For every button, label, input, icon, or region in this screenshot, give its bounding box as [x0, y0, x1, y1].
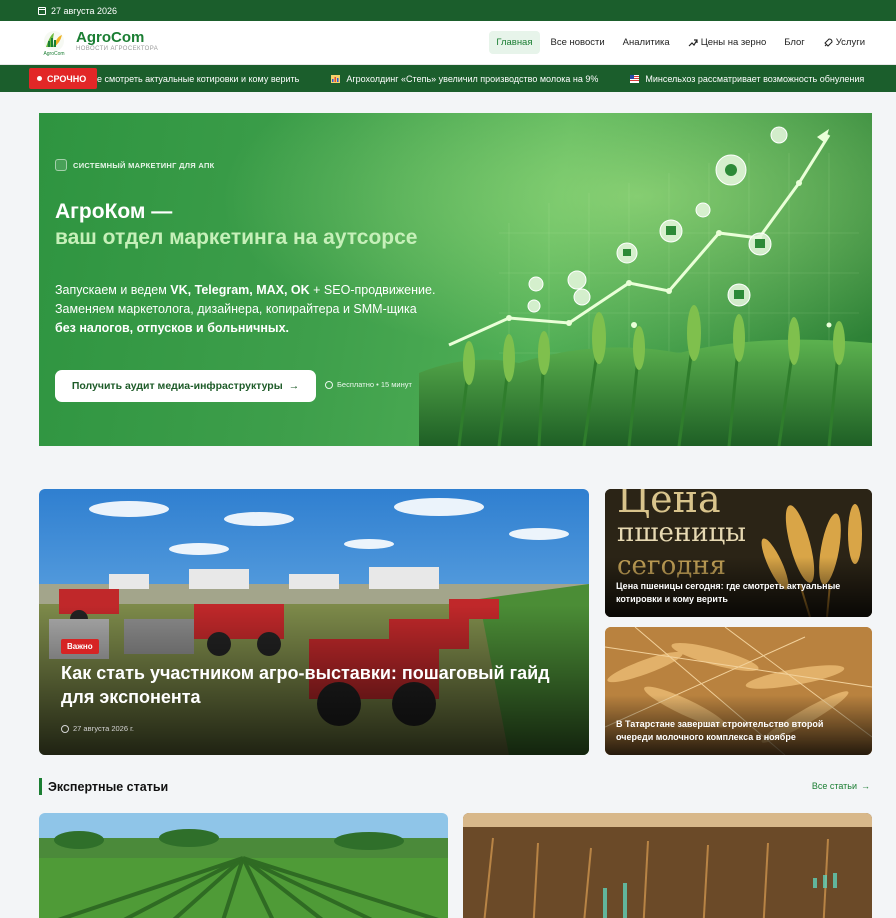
calendar-icon — [38, 6, 46, 15]
hero-text: + SEO-продвижение. — [309, 283, 436, 297]
main-nav: Главная Все новости Аналитика Цены на зе… — [489, 31, 872, 54]
breaking-label: СРОЧНО — [47, 73, 87, 84]
side-article-title[interactable]: Цена пшеницы сегодня: где смотреть актуа… — [616, 580, 861, 606]
check-circle-icon — [325, 380, 333, 389]
arrow-right-icon: → — [288, 380, 300, 392]
hero-banner: СИСТЕМНЫЙ МАРКЕТИНГ ДЛЯ АПК АгроКом — ва… — [39, 113, 872, 446]
feature-date-text: 27 августа 2026 г. — [73, 724, 135, 733]
logo-icon[interactable]: AgroCom — [40, 29, 68, 57]
nav-label: Все новости — [550, 37, 605, 48]
breaking-badge: СРОЧНО — [29, 68, 97, 89]
nav-label: Услуги — [835, 37, 865, 48]
feature-title[interactable]: Как стать участником агро-выставки: поша… — [61, 661, 561, 709]
hero-kicker-text: СИСТЕМНЫЙ МАРКЕТИНГ ДЛЯ АПК — [73, 160, 215, 170]
all-articles-link[interactable]: Все статьи → — [812, 781, 870, 791]
hero-text: Заменяем маркетолога, дизайнера, копирай… — [55, 302, 417, 316]
feature-date: 27 августа 2026 г. — [61, 724, 134, 733]
site-header: AgroCom AgroCom НОВОСТИ АГРОСЕКТОРА Глав… — [0, 21, 896, 65]
live-dot-icon — [37, 76, 42, 81]
hero-note-text: Бесплатно • 15 минут — [337, 380, 412, 389]
nav-item-home[interactable]: Главная — [489, 31, 540, 54]
section-heading-experts: Экспертные статьи — [39, 778, 168, 795]
golden-field-photo — [463, 813, 872, 918]
ticker-item[interactable]: Минсельхоз рассматривает возможность обн… — [630, 74, 864, 84]
hero-kicker: СИСТЕМНЫЙ МАРКЕТИНГ ДЛЯ АПК — [55, 159, 215, 171]
chart-icon — [331, 74, 341, 83]
nav-item-blog[interactable]: Блог — [777, 31, 812, 54]
green-field-photo — [39, 813, 448, 918]
ticker-text: е смотреть актуальные котировки и кому в… — [97, 73, 300, 84]
hero-note: Бесплатно • 15 минут — [325, 380, 412, 389]
nav-label: Аналитика — [622, 37, 670, 48]
ticker-text: Агрохолдинг «Степь» увеличил производств… — [346, 73, 599, 84]
image-text: пшеницы — [617, 518, 746, 548]
current-date: 27 августа 2026 — [51, 5, 118, 16]
hero-text-bold: без налогов, отпусков и больничных. — [55, 321, 290, 335]
nav-item-analytics[interactable]: Аналитика — [616, 31, 677, 54]
trend-icon — [688, 38, 698, 46]
clock-icon — [61, 724, 69, 733]
nav-item-all-news[interactable]: Все новости — [544, 31, 612, 54]
brand-title[interactable]: AgroCom — [76, 29, 144, 46]
nav-item-services[interactable]: Услуги — [816, 31, 872, 54]
hero-text-bold: VK, Telegram, MAX, OK — [170, 283, 310, 297]
ticker-items: е смотреть актуальные котировки и кому в… — [97, 65, 864, 92]
side-article-card[interactable]: В Татарстане завершат строительство втор… — [605, 627, 872, 755]
ticker-item[interactable]: е смотреть актуальные котировки и кому в… — [97, 74, 299, 84]
side-article-title[interactable]: В Татарстане завершат строительство втор… — [616, 718, 861, 744]
trend-badge-icon — [55, 159, 67, 171]
brand-subtitle: НОВОСТИ АГРОСЕКТОРА — [76, 46, 159, 52]
hero-title-accent: ваш отдел маркетинга на аутсорсе — [55, 226, 418, 249]
important-badge: Важно — [61, 639, 99, 654]
cta-label: Получить аудит медиа-инфраструктуры — [71, 380, 283, 392]
logo-mark-text: AgroCom — [43, 51, 64, 57]
nav-label: Главная — [496, 37, 533, 48]
arrow-right-icon: → — [861, 781, 870, 791]
nav-label: Цены на зерно — [700, 37, 767, 48]
top-date-bar: 27 августа 2026 — [0, 0, 896, 21]
feature-article-card[interactable]: Важно Как стать участником агро-выставки… — [39, 489, 589, 755]
hero-title: АгроКом — — [55, 200, 173, 223]
nav-item-grain-prices[interactable]: Цены на зерно — [681, 31, 774, 54]
rocket-icon — [824, 37, 833, 47]
nav-label: Блог — [784, 37, 805, 48]
expert-article-card[interactable] — [463, 813, 872, 918]
ticker-text: Минсельхоз рассматривает возможность обн… — [645, 73, 865, 84]
audit-cta-button[interactable]: Получить аудит медиа-инфраструктуры → — [55, 370, 316, 402]
breaking-news-ticker: СРОЧНО е смотреть актуальные котировки и… — [0, 65, 896, 92]
side-article-card[interactable]: Цена пшеницы сегодня Цена пшеницы сегодн… — [605, 489, 872, 617]
flag-icon — [630, 74, 640, 83]
hero-description: Запускаем и ведем VK, Telegram, MAX, OK … — [55, 281, 455, 338]
ticker-item[interactable]: Агрохолдинг «Степь» увеличил производств… — [331, 74, 598, 84]
hero-text: Запускаем и ведем — [55, 283, 171, 297]
all-articles-label: Все статьи — [811, 781, 857, 791]
expert-article-card[interactable] — [39, 813, 448, 918]
